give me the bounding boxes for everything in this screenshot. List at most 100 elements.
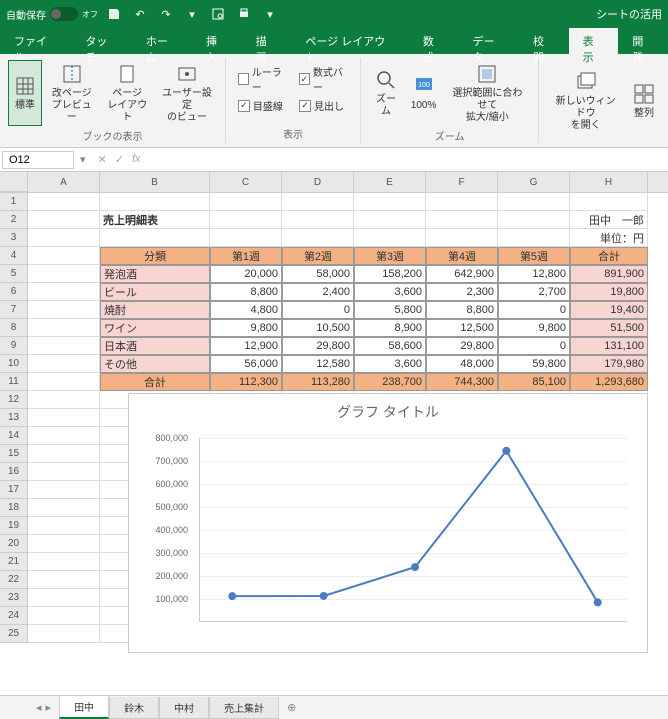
gridlines-checkbox[interactable]: 目盛線: [238, 98, 287, 113]
cell[interactable]: 19,800: [570, 283, 648, 301]
col-header[interactable]: A: [28, 172, 100, 192]
cell[interactable]: ビール: [100, 283, 210, 301]
pagebreak-preview-button[interactable]: 改ページ プレビュー: [46, 60, 97, 126]
cell[interactable]: 48,000: [426, 355, 498, 373]
cell[interactable]: 58,000: [282, 265, 354, 283]
cell[interactable]: [28, 193, 100, 211]
cell[interactable]: [28, 337, 100, 355]
cell[interactable]: 8,800: [426, 301, 498, 319]
row-header[interactable]: 22: [0, 571, 28, 589]
page-layout-button[interactable]: ページ レイアウト: [101, 60, 152, 126]
cell[interactable]: 12,800: [498, 265, 570, 283]
add-sheet-button[interactable]: ⊕: [279, 698, 304, 717]
cell[interactable]: その他: [100, 355, 210, 373]
row-header[interactable]: 1: [0, 193, 28, 211]
col-header[interactable]: H: [570, 172, 648, 192]
row-header[interactable]: 25: [0, 625, 28, 643]
row-header[interactable]: 15: [0, 445, 28, 463]
zoom-selection-button[interactable]: 選択範囲に合わせて 拡大/縮小: [444, 60, 530, 126]
cell[interactable]: [28, 499, 100, 517]
row-header[interactable]: 2: [0, 211, 28, 229]
cell[interactable]: 131,100: [570, 337, 648, 355]
sheet-tab[interactable]: 鈴木: [109, 697, 159, 719]
row-header[interactable]: 20: [0, 535, 28, 553]
cell[interactable]: [28, 409, 100, 427]
tab-view[interactable]: 表示: [569, 28, 619, 54]
fx-icon[interactable]: fx: [132, 153, 141, 166]
select-all-corner[interactable]: [0, 172, 28, 192]
cell[interactable]: [28, 571, 100, 589]
undo-icon[interactable]: ↶: [132, 6, 148, 22]
row-header[interactable]: 11: [0, 373, 28, 391]
cell[interactable]: 8,900: [354, 319, 426, 337]
row-header[interactable]: 5: [0, 265, 28, 283]
normal-view-button[interactable]: 標準: [8, 60, 42, 126]
cell[interactable]: 第3週: [354, 247, 426, 265]
col-header[interactable]: D: [282, 172, 354, 192]
cell[interactable]: [570, 193, 648, 211]
tab-touch[interactable]: タッチ: [71, 28, 132, 54]
cell[interactable]: 113,280: [282, 373, 354, 391]
ruler-checkbox[interactable]: ルーラー: [238, 64, 287, 94]
name-box[interactable]: [2, 151, 74, 169]
redo-icon[interactable]: ↷: [158, 6, 174, 22]
cell[interactable]: [28, 283, 100, 301]
dropdown-icon[interactable]: ▾: [184, 6, 200, 22]
cell[interactable]: 158,200: [354, 265, 426, 283]
tab-insert[interactable]: 挿入: [192, 28, 242, 54]
cell[interactable]: 12,580: [282, 355, 354, 373]
next-sheet-icon[interactable]: ▸: [46, 701, 52, 714]
cell[interactable]: 12,500: [426, 319, 498, 337]
tab-developer[interactable]: 開発: [618, 28, 668, 54]
cell[interactable]: [282, 211, 354, 229]
cell[interactable]: 5,800: [354, 301, 426, 319]
cell[interactable]: 0: [282, 301, 354, 319]
arrange-button[interactable]: 整列: [628, 60, 660, 141]
row-header[interactable]: 24: [0, 607, 28, 625]
cell[interactable]: [426, 229, 498, 247]
formulabar-checkbox[interactable]: 数式バー: [299, 64, 348, 94]
cell[interactable]: [354, 211, 426, 229]
cell[interactable]: [498, 229, 570, 247]
cell[interactable]: 分類: [100, 247, 210, 265]
enter-icon[interactable]: ✓: [115, 153, 124, 166]
save-icon[interactable]: [106, 6, 122, 22]
cell[interactable]: [28, 607, 100, 625]
cell[interactable]: 9,800: [498, 319, 570, 337]
cell[interactable]: [210, 193, 282, 211]
row-header[interactable]: 8: [0, 319, 28, 337]
cell[interactable]: [28, 589, 100, 607]
cell[interactable]: 2,400: [282, 283, 354, 301]
cell[interactable]: 田中 一郎: [570, 211, 648, 229]
cell[interactable]: 51,500: [570, 319, 648, 337]
cell[interactable]: 179,980: [570, 355, 648, 373]
cell[interactable]: 642,900: [426, 265, 498, 283]
row-header[interactable]: 3: [0, 229, 28, 247]
cell[interactable]: 12,900: [210, 337, 282, 355]
cell[interactable]: 10,500: [282, 319, 354, 337]
row-header[interactable]: 23: [0, 589, 28, 607]
cell[interactable]: 744,300: [426, 373, 498, 391]
cell[interactable]: 焼酎: [100, 301, 210, 319]
quick-print-icon[interactable]: [236, 6, 252, 22]
cell[interactable]: [28, 535, 100, 553]
cell[interactable]: 112,300: [210, 373, 282, 391]
cell[interactable]: [498, 193, 570, 211]
row-header[interactable]: 9: [0, 337, 28, 355]
row-header[interactable]: 4: [0, 247, 28, 265]
row-header[interactable]: 14: [0, 427, 28, 445]
cell[interactable]: [426, 211, 498, 229]
tab-home[interactable]: ホーム: [132, 28, 192, 54]
cell[interactable]: 56,000: [210, 355, 282, 373]
zoom-100-button[interactable]: 100 100%: [407, 60, 441, 126]
tab-formulas[interactable]: 数式: [409, 28, 459, 54]
cell[interactable]: [28, 211, 100, 229]
cell[interactable]: 発泡酒: [100, 265, 210, 283]
zoom-button[interactable]: ズーム: [369, 60, 403, 126]
cell[interactable]: 1,293,680: [570, 373, 648, 391]
formula-input[interactable]: [149, 150, 668, 169]
tab-draw[interactable]: 描画: [242, 28, 292, 54]
cell[interactable]: 3,600: [354, 283, 426, 301]
chart-title[interactable]: グラフ タイトル: [129, 394, 647, 430]
cell[interactable]: 29,800: [426, 337, 498, 355]
